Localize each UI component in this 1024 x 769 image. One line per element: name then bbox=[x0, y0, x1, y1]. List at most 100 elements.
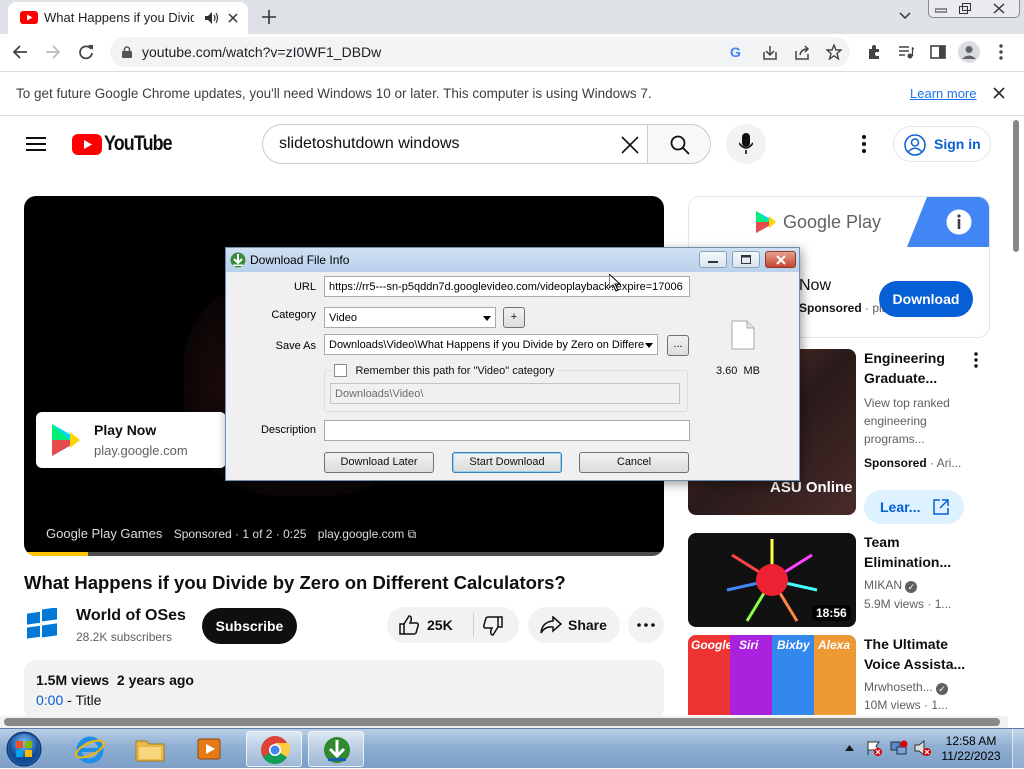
cancel-button[interactable]: Cancel bbox=[579, 452, 689, 473]
taskbar-idm[interactable] bbox=[308, 731, 364, 767]
chrome-menu-icon[interactable] bbox=[999, 44, 1003, 60]
horizontal-scrollbar[interactable] bbox=[0, 716, 1008, 728]
install-app-icon[interactable] bbox=[762, 45, 778, 60]
description-field[interactable] bbox=[324, 420, 690, 441]
add-category-button[interactable]: + bbox=[503, 307, 525, 328]
description-box[interactable]: 1.5M views 2 years ago 0:00 - Title bbox=[24, 660, 664, 720]
category-select[interactable]: Video bbox=[324, 307, 496, 328]
youtube-play-logo-icon bbox=[72, 134, 102, 155]
network-icon[interactable] bbox=[890, 740, 908, 756]
youtube-logo-text: YouTube bbox=[104, 132, 173, 155]
save-as-field[interactable]: Downloads\Video\What Happens if you Divi… bbox=[324, 334, 658, 355]
learn-more-link[interactable]: Learn more bbox=[910, 86, 976, 101]
yt-settings-more-icon[interactable] bbox=[862, 135, 866, 153]
lock-icon[interactable] bbox=[122, 46, 132, 58]
forward-icon[interactable] bbox=[45, 44, 61, 60]
rec-title-2[interactable]: Team Elimination... bbox=[864, 532, 974, 572]
rec-learn-more-label: Lear... bbox=[880, 499, 921, 515]
rec-views-2: 5.9M views bbox=[864, 597, 925, 611]
reload-icon[interactable] bbox=[78, 44, 94, 60]
more-actions-button[interactable] bbox=[628, 607, 664, 643]
clear-search-icon[interactable] bbox=[621, 136, 639, 154]
external-link-icon[interactable]: ⧉ bbox=[408, 527, 417, 541]
taskbar-explorer[interactable] bbox=[122, 731, 178, 767]
google-translate-icon[interactable]: G bbox=[730, 45, 744, 59]
side-panel-icon[interactable] bbox=[930, 44, 946, 60]
rec-thumbnail-3[interactable]: Google Siri Bixby Alexa bbox=[688, 635, 856, 715]
rec-channel-name-2[interactable]: MIKAN bbox=[864, 578, 902, 592]
taskbar-ie[interactable] bbox=[62, 731, 118, 767]
subscribe-button[interactable]: Subscribe bbox=[202, 608, 297, 644]
rec-more-icon[interactable] bbox=[974, 352, 978, 368]
taskbar-chrome[interactable] bbox=[246, 731, 302, 767]
restore-icon[interactable] bbox=[959, 3, 971, 14]
horizontal-scroll-thumb[interactable] bbox=[4, 718, 1000, 726]
dialog-maximize-button[interactable] bbox=[732, 251, 760, 268]
like-count: 25K bbox=[427, 617, 453, 633]
volume-muted-icon[interactable] bbox=[914, 740, 932, 756]
sign-in-label: Sign in bbox=[934, 136, 981, 152]
show-hidden-icons-icon[interactable] bbox=[845, 745, 854, 751]
taskbar-media-player[interactable] bbox=[182, 731, 238, 767]
voice-search-button[interactable] bbox=[726, 124, 766, 164]
share-page-icon[interactable] bbox=[794, 45, 810, 60]
dialog-titlebar[interactable]: Download File Info bbox=[226, 248, 799, 272]
file-size: 3.60 MB bbox=[716, 365, 761, 377]
tab-search-chevron-icon[interactable] bbox=[899, 12, 911, 20]
sidebar-ad-download-button[interactable]: Download bbox=[879, 281, 973, 317]
address-bar[interactable]: youtube.com/watch?v=zI0WF1_DBDw G bbox=[110, 37, 850, 67]
start-download-button[interactable]: Start Download bbox=[452, 452, 562, 473]
search-input[interactable]: slidetoshutdown windows bbox=[262, 124, 648, 164]
sign-in-button[interactable]: Sign in bbox=[893, 126, 991, 162]
download-later-button[interactable]: Download Later bbox=[324, 452, 434, 473]
start-button-icon[interactable] bbox=[6, 731, 42, 767]
rec-thumbnail-2[interactable]: 18:56 bbox=[688, 533, 856, 627]
infobar-message: To get future Google Chrome updates, you… bbox=[16, 86, 652, 101]
like-icon[interactable] bbox=[399, 615, 419, 635]
browser-tab[interactable]: What Happens if you Divide bbox=[8, 2, 248, 34]
profile-avatar-icon[interactable] bbox=[958, 41, 980, 63]
system-clock[interactable]: 12:58 AM 11/22/2023 bbox=[940, 734, 1002, 764]
ad-info-icon[interactable] bbox=[945, 208, 973, 236]
rec-title-1[interactable]: Engineering Graduate... bbox=[864, 348, 974, 388]
mouse-cursor-icon bbox=[609, 274, 621, 292]
dialog-minimize-button[interactable] bbox=[699, 251, 727, 268]
ad-overlay-card[interactable]: Play Now play.google.com bbox=[36, 412, 226, 468]
rec-sponsored-label: Sponsored bbox=[864, 456, 927, 470]
dialog-close-button[interactable] bbox=[765, 251, 796, 268]
vertical-scrollbar[interactable] bbox=[1008, 116, 1024, 716]
ad-progress-bar[interactable] bbox=[24, 552, 664, 556]
tab-close-icon[interactable] bbox=[228, 13, 238, 23]
url-field[interactable]: https://rr5---sn-p5qddn7d.googlevideo.co… bbox=[324, 276, 690, 297]
rec-views-3: 10M views bbox=[864, 698, 921, 712]
infobar-close-icon[interactable] bbox=[993, 87, 1005, 99]
rec-title-3[interactable]: The Ultimate Voice Assista... bbox=[864, 634, 974, 674]
minimize-icon[interactable] bbox=[935, 7, 947, 13]
dislike-icon[interactable] bbox=[483, 616, 503, 636]
show-desktop-button[interactable] bbox=[1012, 729, 1024, 769]
rec-learn-more-button[interactable]: Lear... bbox=[864, 490, 964, 524]
browse-button[interactable]: ... bbox=[667, 335, 689, 356]
extensions-icon[interactable] bbox=[866, 44, 882, 60]
window-close-icon[interactable] bbox=[993, 3, 1005, 14]
remember-path-checkbox-row[interactable]: Remember this path for "Video" category bbox=[331, 361, 558, 377]
channel-name[interactable]: World of OSes bbox=[76, 607, 186, 625]
remember-path-checkbox[interactable] bbox=[334, 364, 347, 377]
search-button[interactable] bbox=[647, 124, 711, 164]
bookmark-star-icon[interactable] bbox=[826, 44, 842, 60]
chapter-timestamp[interactable]: 0:00 bbox=[36, 692, 63, 708]
subscriber-count: 28.2K subscribers bbox=[76, 630, 173, 644]
media-control-icon[interactable] bbox=[898, 44, 914, 60]
vertical-scroll-thumb[interactable] bbox=[1013, 120, 1019, 252]
youtube-logo[interactable]: YouTube bbox=[72, 132, 173, 156]
action-center-flag-icon[interactable] bbox=[866, 740, 882, 756]
share-button[interactable]: Share bbox=[528, 607, 620, 643]
audio-playing-icon[interactable] bbox=[205, 12, 219, 24]
rec-channel-name-3[interactable]: Mrwhoseth... bbox=[864, 680, 933, 694]
back-icon[interactable] bbox=[12, 44, 28, 60]
rec-desc-1: View top ranked engineering programs... bbox=[864, 396, 950, 446]
ad-domain-link[interactable]: play.google.com bbox=[318, 527, 405, 541]
new-tab-icon[interactable] bbox=[262, 10, 276, 24]
channel-avatar[interactable] bbox=[24, 608, 60, 644]
hamburger-menu-icon[interactable] bbox=[26, 136, 46, 152]
